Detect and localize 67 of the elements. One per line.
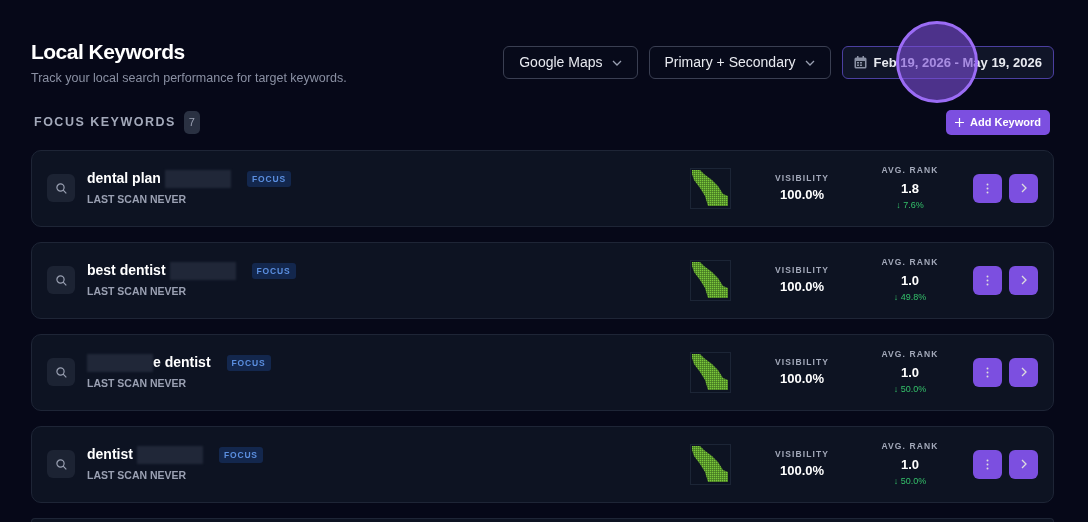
- avg-rank-value: 1.0: [900, 364, 920, 383]
- coverage-map-drawing: [690, 443, 731, 485]
- visibility-value: 100.0%: [779, 461, 825, 480]
- open-keyword-button[interactable]: [1009, 449, 1038, 479]
- visibility-label: VISIBILITY: [775, 448, 829, 461]
- focus-badge: FOCUS: [226, 354, 271, 372]
- chevron-right-icon: [1020, 183, 1027, 194]
- rank-change: ↓ 7.6%: [896, 198, 924, 212]
- chevron-down-icon: [611, 59, 622, 66]
- more-icon: [986, 274, 989, 286]
- keyword-name: best dentist: [87, 261, 166, 281]
- rank-change: ↓ 50.0%: [893, 382, 927, 396]
- avg-rank-value: 1.0: [900, 272, 920, 291]
- filter-dropdown[interactable]: Primary + Secondary: [648, 46, 831, 79]
- keyword-name: e dentist: [153, 353, 211, 373]
- chevron-right-icon: [1020, 275, 1027, 286]
- last-scan-text: LAST SCAN NEVER: [87, 284, 188, 300]
- add-keyword-button[interactable]: Add Keyword: [946, 109, 1050, 135]
- calendar-icon: [853, 56, 867, 69]
- avg-rank-label: AVG. RANK: [881, 164, 939, 178]
- visibility-value: 100.0%: [779, 185, 825, 204]
- open-keyword-button[interactable]: [1009, 357, 1038, 387]
- chevron-right-icon: [1020, 459, 1027, 470]
- rank-change: ↓ 50.0%: [893, 474, 927, 488]
- open-keyword-button[interactable]: [1009, 173, 1038, 203]
- coverage-map-drawing: [690, 167, 731, 209]
- rank-change: ↓ 49.8%: [893, 290, 927, 304]
- last-scan-text: LAST SCAN NEVER: [87, 376, 188, 392]
- visibility-label: VISIBILITY: [775, 356, 829, 369]
- more-options-button[interactable]: [973, 449, 1002, 479]
- more-icon: [986, 182, 989, 194]
- coverage-map-drawing: [690, 259, 731, 301]
- open-keyword-button[interactable]: [1009, 265, 1038, 295]
- plus-icon: [955, 117, 965, 127]
- focus-badge: FOCUS: [251, 262, 296, 280]
- visibility-value: 100.0%: [779, 369, 825, 388]
- search-icon: [55, 366, 67, 378]
- avg-rank-value: 1.0: [900, 456, 920, 475]
- more-icon: [986, 458, 989, 470]
- search-icon: [55, 182, 67, 194]
- chevron-right-icon: [1020, 367, 1027, 378]
- chevron-down-icon: [804, 59, 815, 66]
- page-title: Local Keywords: [31, 39, 186, 65]
- focus-badge: FOCUS: [218, 446, 263, 464]
- coverage-map-drawing: [690, 351, 731, 393]
- avg-rank-label: AVG. RANK: [881, 256, 939, 270]
- avg-rank-label: AVG. RANK: [881, 440, 939, 454]
- section-heading: FOCUS KEYWORDS: [34, 113, 176, 131]
- keyword-count: 7: [183, 111, 200, 134]
- search-icon: [55, 274, 67, 286]
- last-scan-text: LAST SCAN NEVER: [87, 468, 188, 484]
- visibility-label: VISIBILITY: [775, 264, 829, 277]
- more-options-button[interactable]: [973, 173, 1002, 203]
- more-options-button[interactable]: [973, 265, 1002, 295]
- avg-rank-label: AVG. RANK: [881, 348, 939, 362]
- page-subtitle: Track your local search performance for target keywords.: [31, 70, 347, 87]
- more-options-button[interactable]: [973, 357, 1002, 387]
- avg-rank-value: 1.8: [900, 180, 920, 199]
- visibility-value: 100.0%: [779, 277, 825, 296]
- filter-dropdown[interactable]: Google Maps: [503, 46, 638, 79]
- focus-badge: FOCUS: [246, 170, 291, 188]
- more-icon: [986, 366, 989, 378]
- last-scan-text: LAST SCAN NEVER: [87, 192, 188, 208]
- search-icon: [55, 458, 67, 470]
- keyword-name: dentist: [87, 445, 133, 465]
- visibility-label: VISIBILITY: [775, 172, 829, 185]
- keyword-name: dental plan: [87, 169, 161, 189]
